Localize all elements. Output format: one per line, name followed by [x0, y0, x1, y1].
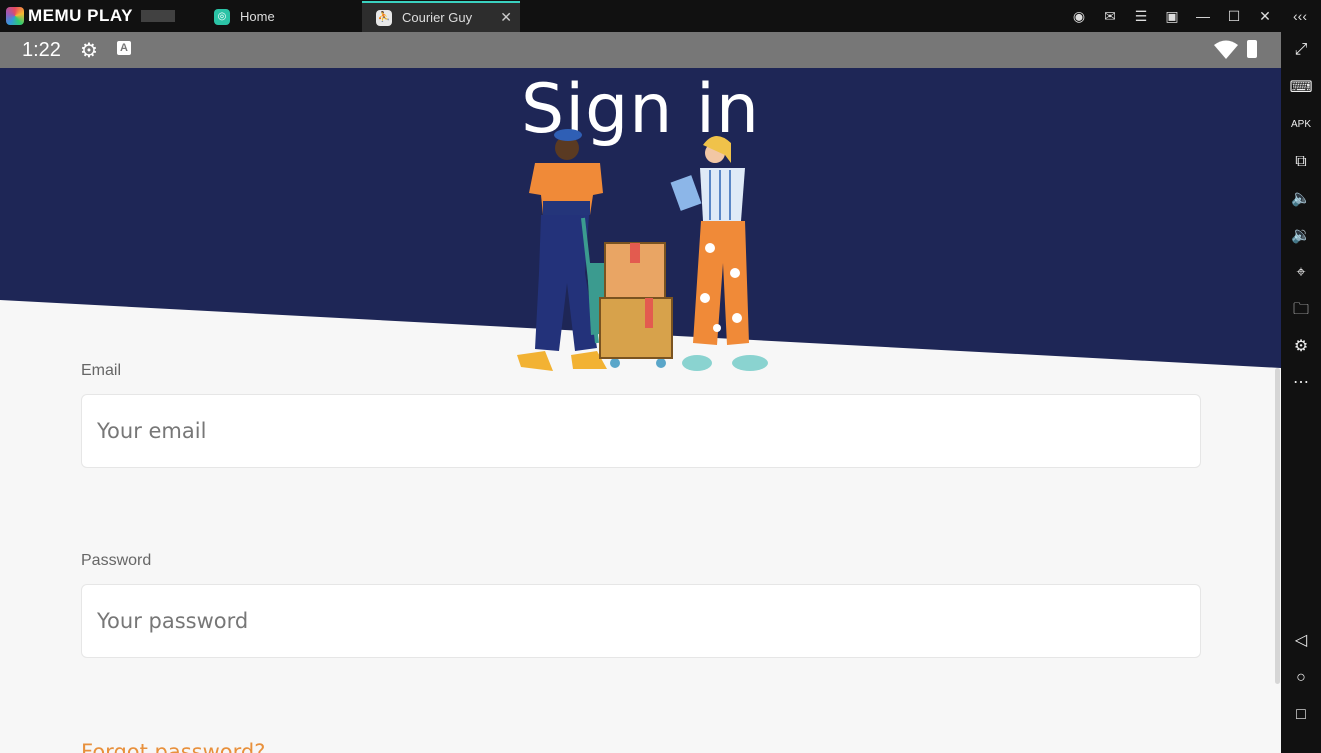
keyboard-icon[interactable]: ⌨: [1281, 74, 1321, 102]
home-nav-icon[interactable]: ○: [1281, 664, 1321, 692]
multi-instance-icon[interactable]: ⧉: [1281, 148, 1321, 176]
settings-gear-icon: ⚙: [80, 40, 98, 62]
password-field-box: [81, 584, 1201, 658]
email-input[interactable]: [82, 395, 1200, 467]
recents-nav-icon[interactable]: □: [1281, 701, 1321, 729]
screen-icon[interactable]: ▣: [1162, 6, 1182, 26]
android-status-bar: 1:22 ⚙ A: [0, 32, 1281, 68]
volume-down-icon[interactable]: 🔉: [1281, 222, 1321, 250]
memu-gem-icon: [6, 7, 24, 25]
collapse-sidebar-icon[interactable]: ‹‹‹: [1290, 6, 1310, 26]
blurred-version: [140, 10, 175, 22]
brand-name: MEMU PLAY: [28, 6, 133, 25]
password-label: Password: [81, 552, 152, 569]
keyboard-a-icon: A: [117, 41, 131, 55]
password-input[interactable]: [82, 585, 1200, 657]
wifi-icon: [1214, 40, 1238, 59]
account-icon[interactable]: ◉: [1069, 6, 1089, 26]
close-tab-icon[interactable]: ✕: [500, 9, 512, 26]
tab-home[interactable]: ◎ Home: [200, 1, 360, 32]
close-window-icon[interactable]: ✕: [1255, 6, 1275, 26]
status-time: 1:22: [22, 39, 61, 61]
memu-logo: MEMU PLAY: [6, 6, 175, 26]
emulator-sidebar: ⤢ ⌨ APK ⧉ 🔈 🔉 ⌖ 🗀 ⚙ ⋯ ◁ ○ □: [1281, 32, 1321, 753]
battery-icon: [1247, 40, 1257, 58]
tab-courier-guy[interactable]: ⛹ Courier Guy ✕: [362, 1, 520, 32]
sign-in-screen: Sign in Email Your email Password Forgot…: [0, 68, 1281, 753]
forgot-password-link[interactable]: Forgot password?: [81, 740, 265, 753]
apk-install-icon[interactable]: APK: [1281, 111, 1321, 139]
more-icon[interactable]: ⋯: [1281, 369, 1321, 397]
email-label: Email: [81, 362, 122, 379]
location-icon[interactable]: ⌖: [1281, 259, 1321, 287]
email-field-box: [81, 394, 1201, 468]
scrollbar[interactable]: [1275, 368, 1280, 684]
mail-icon[interactable]: ✉: [1100, 6, 1120, 26]
maximize-icon[interactable]: ☐: [1224, 6, 1244, 26]
settings-icon[interactable]: ⚙: [1281, 333, 1321, 361]
back-nav-icon[interactable]: ◁: [1281, 627, 1321, 655]
courier-illustration: [517, 129, 768, 371]
emulator-title-bar: MEMU PLAY ◎ Home ⛹ Courier Guy ✕ ◉ ✉ ☰ ▣…: [0, 0, 1321, 32]
home-app-icon: ◎: [214, 8, 230, 25]
folder-icon[interactable]: 🗀: [1281, 296, 1321, 324]
menu-icon[interactable]: ☰: [1131, 6, 1151, 26]
courier-app-icon: ⛹: [376, 9, 392, 26]
tab-home-label: Home: [240, 9, 275, 24]
volume-up-icon[interactable]: 🔈: [1281, 185, 1321, 213]
fullscreen-icon[interactable]: ⤢: [1281, 36, 1321, 64]
tab-courier-label: Courier Guy: [402, 10, 473, 25]
minimize-icon[interactable]: —: [1193, 6, 1213, 26]
